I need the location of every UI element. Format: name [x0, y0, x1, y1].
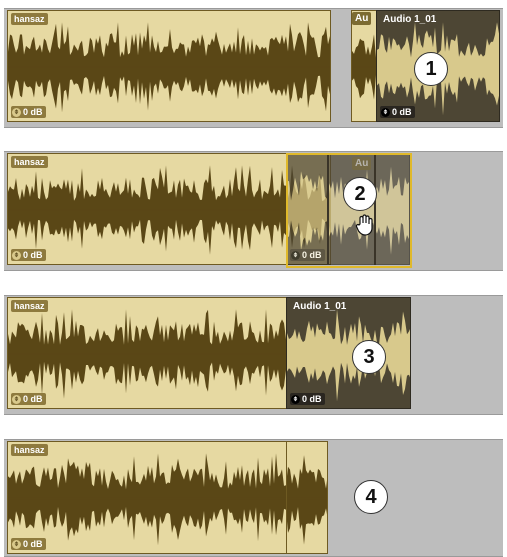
waveform	[8, 22, 330, 113]
hand-grab-icon	[355, 214, 373, 236]
clip-gain-control[interactable]: ⌽ 0 dB	[380, 106, 415, 118]
waveform	[8, 453, 327, 546]
clip-gain-control[interactable]: ⌽ 0 dB	[11, 249, 46, 261]
step-badge-2: 2	[343, 177, 377, 211]
clip-name: Audio 1_01	[293, 301, 347, 312]
step-badge-1: 1	[414, 52, 448, 86]
clip-hansaz[interactable]: hansaz ⌽ 0 dB	[7, 10, 331, 122]
waveform	[352, 34, 376, 100]
gain-value: 0 dB	[23, 394, 43, 404]
waveform	[8, 309, 286, 399]
clip-hansaz[interactable]: hansaz ⌽ 0 dB	[7, 441, 328, 554]
clip-gain-control[interactable]: ⌽ 0 dB	[11, 393, 46, 405]
clip-name: hansaz	[11, 13, 48, 25]
step-badge-3: 3	[352, 340, 386, 374]
clip-name: Audio 1_01	[383, 14, 437, 25]
gain-value: 0 dB	[392, 107, 412, 117]
gain-knob-icon: ⌽	[12, 539, 21, 549]
waveform-shape	[8, 453, 327, 546]
clip-gain-control[interactable]: ⌽ 0 dB	[11, 106, 46, 118]
clip-au-fragment[interactable]	[351, 10, 377, 122]
clip-name: hansaz	[11, 156, 48, 168]
clip-hansaz[interactable]: hansaz ⌽ 0 dB	[7, 153, 331, 265]
clip-gain-control[interactable]: ⌽ 0 dB	[290, 393, 325, 405]
gain-knob-icon: ⌽	[381, 107, 390, 117]
clip-audio-1-01[interactable]: Audio 1_01 ⌽ 0 dB	[286, 297, 411, 409]
gain-knob-icon: ⌽	[12, 394, 21, 404]
clip-name: hansaz	[11, 300, 48, 312]
gain-value: 0 dB	[23, 539, 43, 549]
step-badge-4: 4	[354, 480, 388, 514]
gain-knob-icon: ⌽	[12, 107, 21, 117]
gain-value: 0 dB	[302, 394, 322, 404]
waveform	[8, 165, 330, 255]
clip-short-name: Au	[352, 12, 372, 25]
gain-value: 0 dB	[23, 107, 43, 117]
waveform-shape	[287, 309, 410, 402]
gain-knob-icon: ⌽	[12, 250, 21, 260]
drag-selection-outline	[286, 153, 412, 268]
clip-gain-control[interactable]: ⌽ 0 dB	[11, 538, 46, 550]
clip-name: hansaz	[11, 444, 48, 456]
clip-hansaz[interactable]: hansaz ⌽ 0 dB	[7, 297, 287, 409]
gain-value: 0 dB	[23, 250, 43, 260]
gain-knob-icon: ⌽	[291, 394, 300, 404]
clip-boundary-line	[286, 441, 287, 554]
